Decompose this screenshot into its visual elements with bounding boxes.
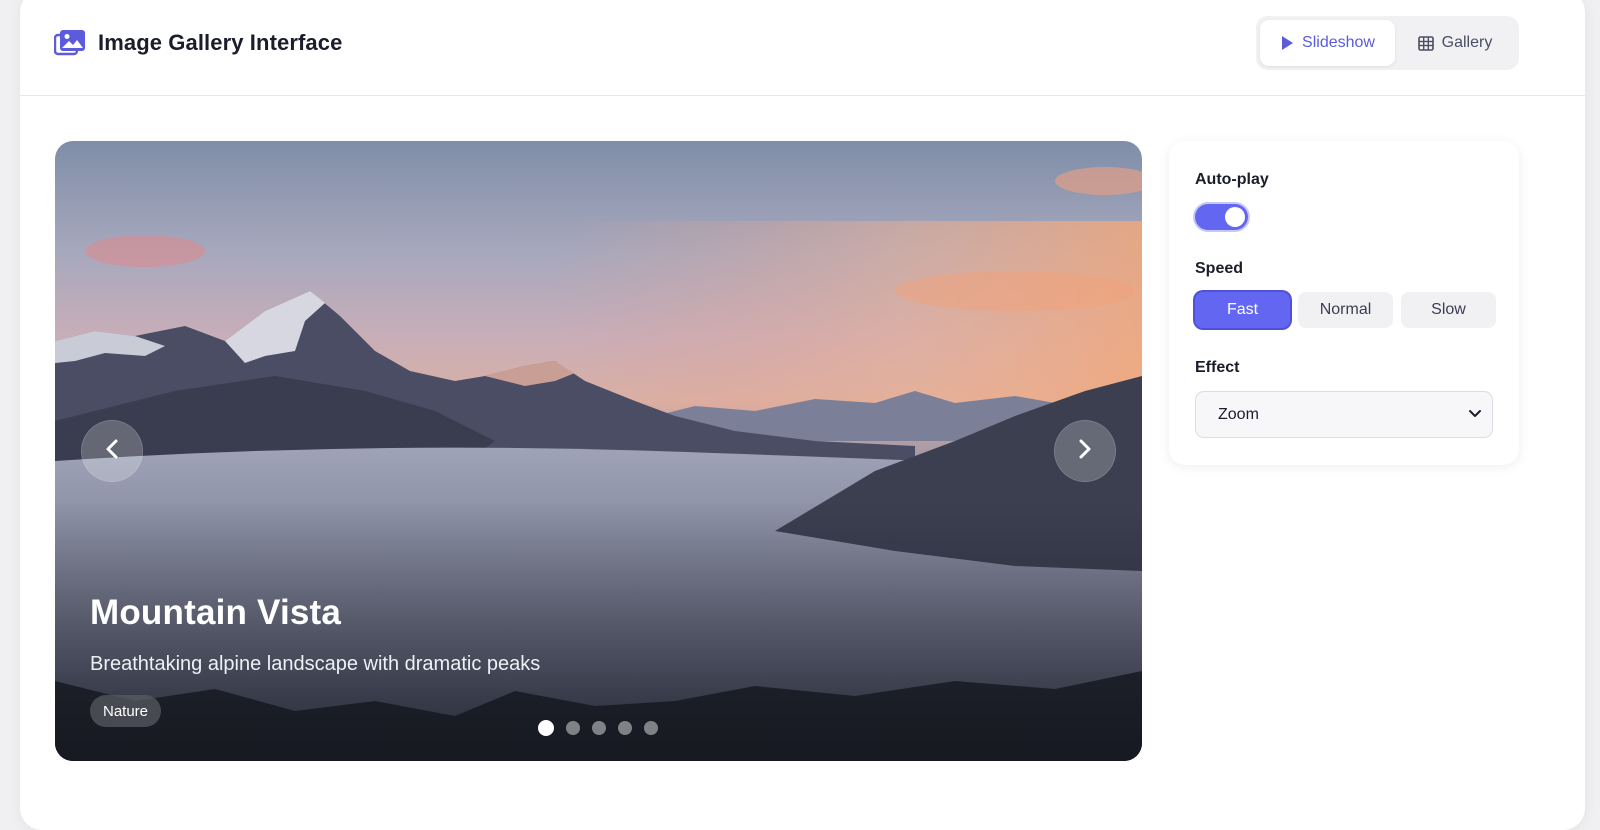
effect-select-value: Zoom xyxy=(1218,405,1259,423)
speed-options: Fast Normal Slow xyxy=(1195,292,1504,328)
autoplay-toggle[interactable] xyxy=(1195,204,1248,230)
slide-dot[interactable] xyxy=(566,721,580,735)
slideshow-stage: Mountain Vista Breathtaking alpine lands… xyxy=(55,141,1142,761)
next-slide-button[interactable] xyxy=(1054,420,1116,482)
category-tag: Nature xyxy=(90,695,162,727)
effect-label: Effect xyxy=(1195,359,1240,376)
app-window: Image Gallery Interface Slideshow Galler… xyxy=(20,0,1585,830)
view-mode-toggle: Slideshow Gallery xyxy=(1256,16,1519,70)
slide-dot[interactable] xyxy=(592,721,606,735)
chevron-right-icon xyxy=(1077,438,1093,465)
tab-slideshow-label: Slideshow xyxy=(1302,34,1375,51)
slide-description: Breathtaking alpine landscape with drama… xyxy=(90,653,541,675)
slide-dot[interactable] xyxy=(618,721,632,735)
tab-gallery[interactable]: Gallery xyxy=(1395,20,1515,66)
autoplay-label: Auto-play xyxy=(1195,171,1269,188)
toggle-knob xyxy=(1225,207,1245,227)
header: Image Gallery Interface Slideshow Galler… xyxy=(20,0,1585,96)
chevron-left-icon xyxy=(104,438,120,465)
slide-dot[interactable] xyxy=(538,720,554,736)
tab-gallery-label: Gallery xyxy=(1441,34,1493,51)
effect-select[interactable]: Zoom xyxy=(1195,391,1493,438)
slide-title: Mountain Vista xyxy=(90,593,342,632)
speed-label: Speed xyxy=(1195,260,1244,277)
slide-dot[interactable] xyxy=(644,721,658,735)
images-icon xyxy=(54,28,88,58)
page-title: Image Gallery Interface xyxy=(98,30,343,55)
grid-icon xyxy=(1417,35,1434,51)
speed-fast-button[interactable]: Fast xyxy=(1195,292,1290,328)
speed-slow-button[interactable]: Slow xyxy=(1401,292,1496,328)
brand: Image Gallery Interface xyxy=(54,28,342,58)
speed-normal-button[interactable]: Normal xyxy=(1298,292,1393,328)
slide-indicators xyxy=(538,720,670,736)
play-icon xyxy=(1280,35,1294,51)
previous-slide-button[interactable] xyxy=(81,420,143,482)
tab-slideshow[interactable]: Slideshow xyxy=(1260,20,1395,66)
slide-caption: Mountain Vista Breathtaking alpine lands… xyxy=(90,593,540,676)
chevron-down-icon xyxy=(1468,406,1482,424)
settings-panel: Auto-play Speed Fast Normal Slow Effect … xyxy=(1169,141,1519,465)
